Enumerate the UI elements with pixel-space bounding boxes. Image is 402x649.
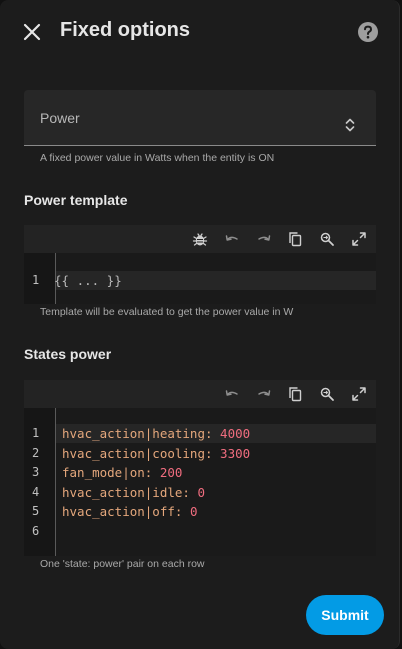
search-replace-icon[interactable] <box>319 231 335 247</box>
yaml-key: hvac_action|heating: <box>62 426 221 441</box>
line-number: 1 <box>32 426 40 440</box>
fixed-options-dialog: Fixed options Power A fixed power value … <box>0 0 400 649</box>
dialog-header: Fixed options <box>0 0 399 64</box>
editor-toolbar <box>24 380 376 408</box>
power-select-label: Power <box>40 110 80 126</box>
template-code[interactable]: {{ ... }} <box>54 273 122 288</box>
code-line[interactable]: hvac_action|cooling: 3300 <box>62 446 250 461</box>
code-line[interactable]: hvac_action|off: 0 <box>62 504 197 519</box>
help-icon[interactable] <box>357 21 379 43</box>
close-icon[interactable] <box>20 20 44 44</box>
line-number: 6 <box>32 524 40 538</box>
undo-icon[interactable] <box>224 231 240 247</box>
redo-icon[interactable] <box>256 386 272 402</box>
yaml-key: hvac_action|cooling: <box>62 446 221 461</box>
power-template-title: Power template <box>24 192 128 208</box>
yaml-value: 0 <box>189 504 198 519</box>
yaml-value: 0 <box>197 485 205 500</box>
states-helper-text: One 'state: power' pair on each row <box>40 558 205 570</box>
states-power-title: States power <box>24 346 112 362</box>
power-select[interactable]: Power <box>24 90 376 146</box>
power-template-editor[interactable]: 1 {{ ... }} <box>24 225 376 304</box>
yaml-key: fan_mode|on: <box>62 465 160 480</box>
undo-icon[interactable] <box>224 386 240 402</box>
states-power-editor[interactable]: 1 2 3 4 5 6 hvac_action|heating: 4000 hv… <box>24 380 376 556</box>
copy-icon[interactable] <box>287 231 303 247</box>
template-helper-text: Template will be evaluated to get the po… <box>40 306 294 318</box>
yaml-value: 200 <box>159 465 183 480</box>
line-number: 2 <box>32 446 40 460</box>
line-number: 5 <box>32 504 40 518</box>
line-number: 3 <box>32 465 40 479</box>
submit-button[interactable]: Submit <box>306 595 384 635</box>
redo-icon[interactable] <box>256 231 272 247</box>
unfold-icon <box>345 118 355 132</box>
code-line[interactable]: fan_mode|on: 200 <box>62 465 182 480</box>
bug-icon[interactable] <box>192 231 208 247</box>
line-number: 1 <box>32 273 40 287</box>
yaml-key: hvac_action|idle: <box>62 485 198 500</box>
dialog-title: Fixed options <box>60 19 190 41</box>
copy-icon[interactable] <box>287 386 303 402</box>
yaml-value: 3300 <box>220 446 251 461</box>
code-line[interactable]: hvac_action|idle: 0 <box>62 485 205 500</box>
yaml-key: hvac_action|off: <box>62 504 190 519</box>
yaml-value: 4000 <box>220 426 251 441</box>
code-line[interactable]: hvac_action|heating: 4000 <box>62 426 250 441</box>
line-number: 4 <box>32 485 40 499</box>
power-helper-text: A fixed power value in Watts when the en… <box>40 152 275 164</box>
fullscreen-icon[interactable] <box>351 386 367 402</box>
fullscreen-icon[interactable] <box>351 231 367 247</box>
editor-toolbar <box>24 225 376 253</box>
search-replace-icon[interactable] <box>319 386 335 402</box>
